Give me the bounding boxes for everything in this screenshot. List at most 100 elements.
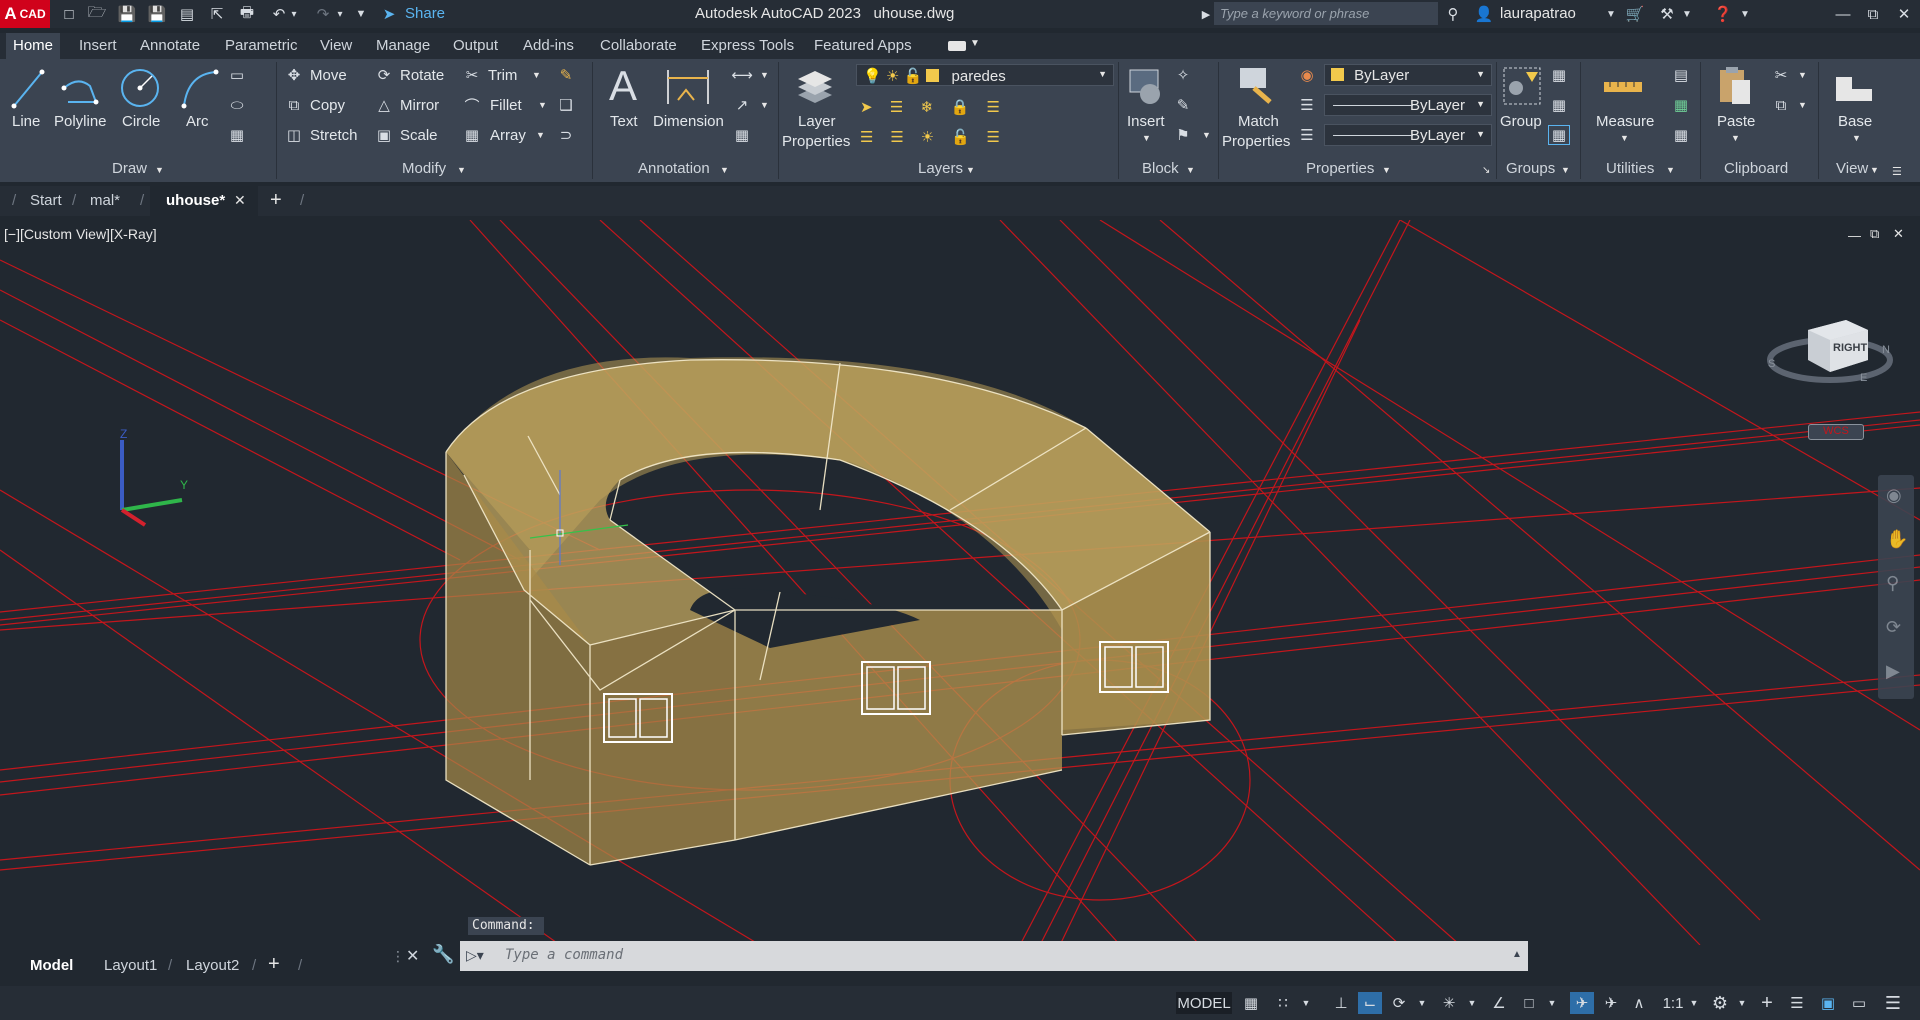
polyline-icon[interactable] — [60, 63, 100, 113]
block-panel-title[interactable]: Block — [1142, 160, 1179, 180]
tab-annotate[interactable]: Annotate — [133, 33, 207, 59]
layer-tools-row-1[interactable]: ➤ ☰ ❄ 🔒 ☰ — [860, 97, 1000, 117]
tab-featured-apps[interactable]: Featured Apps — [807, 33, 919, 59]
scale-button[interactable]: Scale — [400, 127, 438, 144]
text-icon[interactable]: A — [604, 62, 642, 109]
copy-clip-dropdown-icon[interactable]: ▼ — [1798, 100, 1807, 110]
search-icon[interactable]: ⚲ — [1442, 3, 1464, 25]
new-file-icon[interactable]: □ — [58, 3, 80, 25]
save-to-web-icon[interactable]: ▤ — [176, 3, 198, 25]
line-button[interactable]: Line — [12, 113, 40, 130]
command-close-icon[interactable]: ✕ — [406, 946, 419, 966]
tab-output[interactable]: Output — [446, 33, 505, 59]
annotation-panel-title[interactable]: Annotation — [638, 160, 710, 180]
measure-dropdown-icon[interactable]: ▼ — [1620, 133, 1629, 143]
hatch-icon[interactable]: ▦ — [226, 125, 248, 145]
undo-dropdown-icon[interactable]: ▾ — [288, 3, 300, 25]
command-customize-icon[interactable]: 🔧 — [432, 944, 454, 965]
edit-attributes-icon[interactable]: ⚑ — [1172, 125, 1194, 145]
pan-icon[interactable]: ✋ — [1886, 529, 1908, 550]
viewport-close-icon[interactable]: ✕ — [1893, 226, 1904, 242]
annotation-scale-icon[interactable]: ∧ — [1628, 992, 1650, 1014]
explode-icon[interactable]: ❑ — [556, 95, 576, 115]
ribbon-options-dropdown-icon[interactable]: ▼ — [970, 38, 980, 49]
orbit-icon[interactable]: ⟳ — [1886, 617, 1901, 638]
groups-panel-title[interactable]: Groups — [1506, 160, 1555, 180]
layers-panel-expand-icon[interactable]: ▼ — [966, 165, 975, 175]
search-input[interactable]: Type a keyword or phrase — [1214, 2, 1438, 25]
file-tab-start[interactable]: Start — [30, 192, 62, 209]
plot-icon[interactable]: 🖶 — [236, 3, 258, 25]
u-house-model[interactable] — [445, 357, 1211, 866]
user-name[interactable]: laurapatrao — [1500, 5, 1576, 22]
snap-icon[interactable]: ∷ — [1272, 992, 1294, 1014]
minimize-icon[interactable]: — — [1832, 3, 1854, 25]
steering-wheel-icon[interactable]: ◉ — [1886, 485, 1902, 506]
annotation-scale-dropdown-icon[interactable]: ▼ — [1688, 992, 1700, 1014]
draw-panel-title[interactable]: Draw — [112, 160, 147, 180]
cut-dropdown-icon[interactable]: ▼ — [1798, 70, 1807, 80]
compass-east-label[interactable]: E — [1860, 372, 1867, 384]
tab-collaborate[interactable]: Collaborate — [593, 33, 684, 59]
cut-icon[interactable]: ✂ — [1770, 65, 1792, 85]
line-icon[interactable] — [10, 63, 46, 113]
file-tab-mal[interactable]: mal* — [90, 192, 120, 209]
utilities-panel-expand-icon[interactable]: ▼ — [1666, 165, 1675, 175]
array-button[interactable]: Array — [490, 127, 526, 144]
create-block-icon[interactable]: ✧ — [1172, 65, 1194, 85]
calculator-icon[interactable]: ▦ — [1670, 125, 1692, 145]
base-view-icon[interactable] — [1832, 67, 1876, 107]
match-properties-icon[interactable] — [1236, 63, 1276, 109]
ribbon-minimize-icon[interactable] — [948, 41, 966, 51]
layer-unlock-all-icon[interactable]: 🔓 — [951, 128, 970, 146]
undo-icon[interactable]: ↶ — [268, 3, 290, 25]
redo-dropdown-icon[interactable]: ▾ — [334, 3, 346, 25]
insert-button[interactable]: Insert — [1127, 113, 1165, 130]
arc-icon[interactable] — [180, 63, 220, 113]
file-tab-close-icon[interactable]: ✕ — [234, 192, 246, 209]
object-snap-tracking-icon[interactable]: ∠ — [1488, 992, 1510, 1014]
linear-dimension-icon[interactable]: ⟷ — [730, 65, 754, 85]
layer-properties-label[interactable]: Layer — [798, 113, 836, 130]
fillet-dropdown-icon[interactable]: ▼ — [538, 100, 547, 110]
clipboard-panel-title[interactable]: Clipboard — [1724, 160, 1788, 180]
stretch-icon[interactable]: ◫ — [284, 125, 304, 145]
properties-panel-expand-icon[interactable]: ▼ — [1382, 165, 1391, 175]
rotate-icon[interactable]: ⟳ — [374, 65, 394, 85]
dimension-button[interactable]: Dimension — [653, 113, 724, 130]
annotation-monitor-icon[interactable]: + — [1756, 992, 1778, 1014]
dimension-icon[interactable] — [664, 63, 712, 109]
layer-properties-label-2[interactable]: Properties — [782, 133, 850, 150]
polyline-button[interactable]: Polyline — [54, 113, 107, 130]
isolate-objects-icon[interactable]: ▣ — [1816, 992, 1840, 1014]
annotation-visibility-icon[interactable]: ✈ — [1570, 992, 1594, 1014]
modify-panel-title[interactable]: Modify — [402, 160, 446, 180]
viewcube-face-label[interactable]: RIGHT — [1833, 342, 1867, 354]
draw-panel-expand-icon[interactable]: ▼ — [155, 165, 164, 175]
publish-icon[interactable]: ⇱ — [206, 3, 228, 25]
customization-menu-icon[interactable]: ☰ — [1880, 992, 1906, 1014]
leader-icon[interactable]: ↗ — [730, 95, 754, 115]
layers-panel-title[interactable]: Layers — [918, 160, 963, 180]
move-icon[interactable]: ✥ — [284, 65, 304, 85]
model-canvas[interactable] — [0, 220, 1920, 945]
block-panel-expand-icon[interactable]: ▼ — [1186, 165, 1195, 175]
layer-thaw-all-icon[interactable]: ☀ — [921, 128, 934, 146]
stretch-button[interactable]: Stretch — [310, 127, 358, 144]
user-icon[interactable]: 👤 — [1473, 3, 1495, 25]
auto-scale-icon[interactable]: ✈ — [1600, 992, 1622, 1014]
point-style-icon[interactable]: ▦ — [1670, 95, 1692, 115]
arc-button[interactable]: Arc — [186, 113, 209, 130]
offset-icon[interactable]: ⊃ — [556, 125, 576, 145]
polar-dropdown-icon[interactable]: ▼ — [1416, 992, 1428, 1014]
compass-north-label[interactable]: N — [1882, 344, 1890, 356]
isodraft-icon[interactable]: ✳ — [1438, 992, 1460, 1014]
mirror-button[interactable]: Mirror — [400, 97, 439, 114]
tab-express-tools[interactable]: Express Tools — [694, 33, 801, 59]
layer-match-icon[interactable]: ☰ — [987, 98, 1000, 116]
command-prompt-icon[interactable]: ▷▾ — [466, 947, 484, 964]
linetype-dropdown[interactable]: ByLayer ▼ — [1324, 94, 1492, 116]
paste-dropdown-icon[interactable]: ▼ — [1731, 133, 1740, 143]
tab-view[interactable]: View — [313, 33, 359, 59]
tab-manage[interactable]: Manage — [369, 33, 437, 59]
